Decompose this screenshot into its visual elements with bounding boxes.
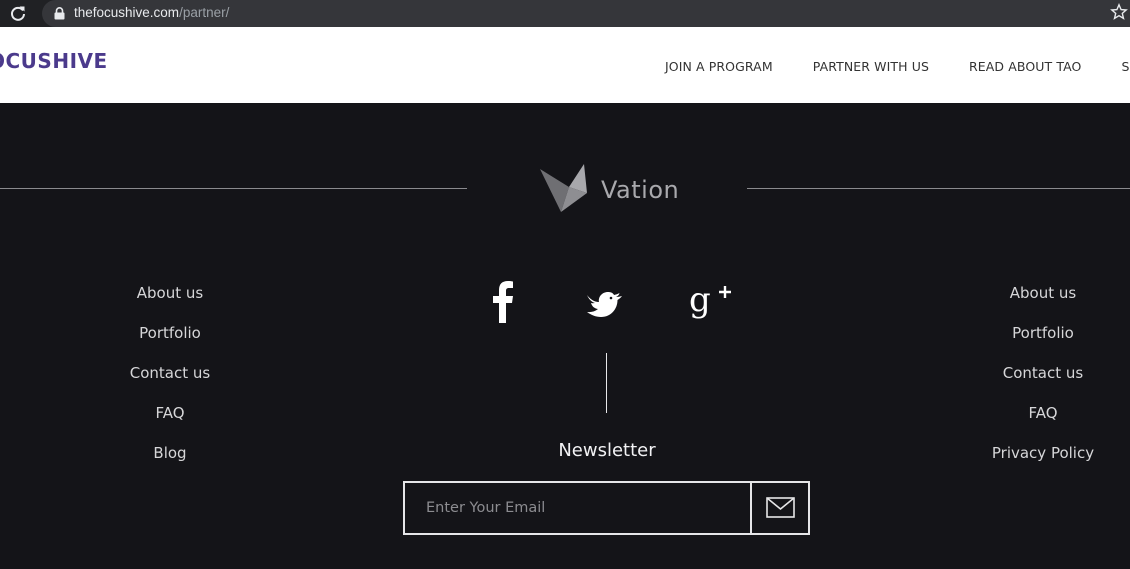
site-header: OCUSHIVE JOIN A PROGRAM PARTNER WITH US …: [0, 27, 1130, 103]
footer-link-contact-us[interactable]: Contact us: [70, 361, 270, 401]
footer-link-contact-us[interactable]: Contact us: [943, 361, 1130, 401]
newsletter-title: Newsletter: [558, 440, 656, 461]
brand-name: Vation: [601, 176, 680, 204]
bookmark-star-icon[interactable]: [1110, 3, 1128, 21]
newsletter-submit-button[interactable]: [750, 483, 808, 533]
reload-icon[interactable]: [8, 4, 28, 24]
nav-partner-with-us[interactable]: PARTNER WITH US: [813, 59, 929, 74]
vation-logo-icon: [540, 164, 587, 212]
footer-divider-left: [0, 188, 467, 189]
footer-link-blog[interactable]: Blog: [70, 441, 270, 481]
svg-text:g: g: [689, 281, 711, 320]
mail-icon: [766, 497, 795, 518]
google-plus-icon[interactable]: g: [689, 281, 733, 323]
footer-link-privacy-policy[interactable]: Privacy Policy: [943, 441, 1130, 481]
footer-divider-right: [747, 188, 1130, 189]
footer-links-right: About us Portfolio Contact us FAQ Privac…: [943, 281, 1130, 481]
footer-link-portfolio[interactable]: Portfolio: [943, 321, 1130, 361]
vertical-divider: [606, 353, 607, 413]
url-domain: thefocushive.com: [74, 5, 180, 20]
footer-links-left: About us Portfolio Contact us FAQ Blog: [70, 281, 270, 481]
newsletter-form: [403, 481, 810, 535]
footer-link-about-us[interactable]: About us: [943, 281, 1130, 321]
browser-toolbar: thefocushive.com/partner/: [0, 0, 1130, 27]
newsletter-email-input[interactable]: [405, 483, 750, 533]
footer-link-faq[interactable]: FAQ: [943, 401, 1130, 441]
twitter-icon[interactable]: [585, 285, 627, 321]
nav-join-program[interactable]: JOIN A PROGRAM: [665, 59, 773, 74]
footer-link-faq[interactable]: FAQ: [70, 401, 270, 441]
address-bar[interactable]: thefocushive.com/partner/: [42, 0, 1130, 27]
facebook-icon[interactable]: [489, 279, 517, 323]
footer: Vation About us Portfolio Contact us FAQ…: [0, 103, 1130, 569]
nav-read-about-tao[interactable]: READ ABOUT TAO: [969, 59, 1081, 74]
nav-truncated-item[interactable]: SU: [1121, 59, 1130, 74]
lock-icon: [54, 7, 65, 20]
footer-link-portfolio[interactable]: Portfolio: [70, 321, 270, 361]
url-path: /partner/: [179, 5, 230, 20]
footer-link-about-us[interactable]: About us: [70, 281, 270, 321]
url-text: thefocushive.com/partner/: [74, 5, 229, 20]
site-logo[interactable]: OCUSHIVE: [0, 49, 108, 73]
main-nav: JOIN A PROGRAM PARTNER WITH US READ ABOU…: [665, 59, 1130, 74]
